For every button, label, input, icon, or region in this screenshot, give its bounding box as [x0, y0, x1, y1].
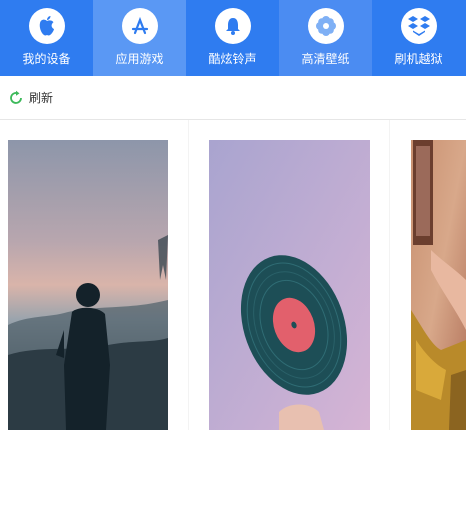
bell-icon — [214, 8, 251, 44]
nav-item-my-device[interactable]: 我的设备 — [0, 0, 93, 76]
nav-item-apps-games[interactable]: 应用游戏 — [93, 0, 186, 76]
nav-item-ringtones[interactable]: 酷炫铃声 — [186, 0, 279, 76]
wallpaper-image-gold-jacket[interactable] — [411, 140, 466, 430]
nav-label: 高清壁纸 — [301, 52, 350, 66]
nav-label: 应用游戏 — [115, 52, 164, 66]
refresh-button[interactable]: 刷新 — [29, 89, 53, 106]
wallpaper-card[interactable] — [189, 120, 389, 430]
toolbar: 刷新 — [0, 76, 466, 120]
refresh-icon[interactable] — [8, 90, 24, 106]
watermark-url: jingyan.baidu.com — [370, 513, 442, 521]
nav-label: 刷机越狱 — [394, 52, 443, 66]
wallpaper-image-silhouette[interactable] — [8, 140, 168, 430]
top-navigation: 我的设备 应用游戏 酷炫铃声 高清壁纸 刷机越狱 — [0, 0, 466, 76]
wallpaper-card[interactable] — [390, 120, 466, 430]
nav-item-jailbreak[interactable]: 刷机越狱 — [372, 0, 465, 76]
dropbox-icon — [400, 8, 437, 44]
wallpaper-card[interactable] — [0, 120, 188, 430]
wallpaper-image-vinyl[interactable] — [209, 140, 370, 430]
watermark-logo: 百度经验 — [365, 492, 421, 512]
apple-icon — [28, 8, 65, 44]
app-store-icon — [121, 8, 158, 44]
wallpaper-grid: 百度经验 jingyan.baidu.com — [0, 120, 466, 521]
watermark-text: 百度经验 — [365, 495, 421, 511]
nav-label: 我的设备 — [22, 52, 71, 66]
nav-label: 酷炫铃声 — [208, 52, 257, 66]
nav-item-wallpapers[interactable]: 高清壁纸 — [279, 0, 372, 76]
flower-icon — [307, 8, 344, 44]
